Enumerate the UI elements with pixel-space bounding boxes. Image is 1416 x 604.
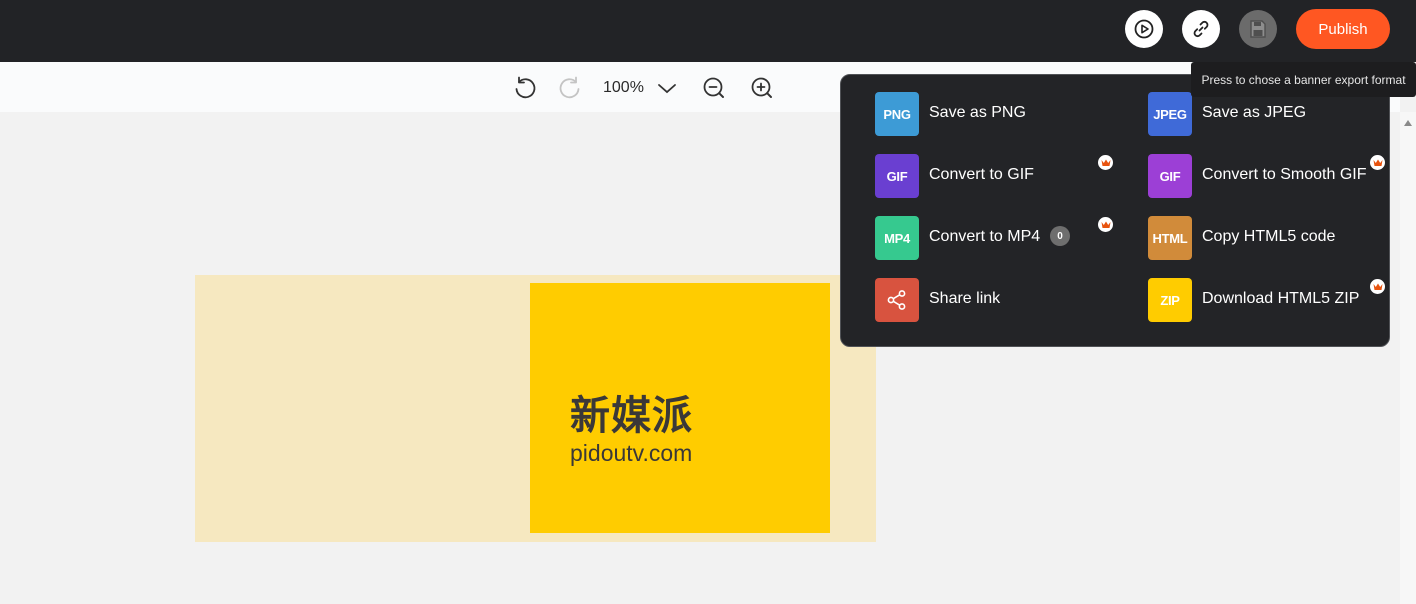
copy-link-button[interactable]	[1182, 10, 1220, 48]
menu-item-label: Save as PNG	[929, 104, 1026, 121]
save-as-jpeg-item[interactable]: JPEG Save as JPEG	[1148, 92, 1398, 136]
menu-item-label: Download HTML5 ZIP	[1202, 290, 1360, 307]
gif-format-icon: GIF	[875, 154, 919, 198]
publish-button[interactable]: Publish	[1296, 9, 1390, 49]
floppy-disk-icon	[1250, 20, 1266, 38]
convert-to-mp4-item[interactable]: MP4 Convert to MP4	[875, 216, 1125, 260]
redo-button[interactable]	[558, 75, 584, 101]
top-bar: Publish	[0, 0, 1416, 62]
chevron-down-icon	[658, 84, 676, 94]
save-as-png-item[interactable]: PNG Save as PNG	[875, 92, 1125, 136]
scroll-up-arrow-icon[interactable]	[1404, 120, 1412, 126]
crown-icon	[1098, 155, 1113, 170]
zoom-dropdown-button[interactable]	[654, 75, 680, 101]
zoom-in-button[interactable]	[749, 75, 775, 101]
banner-title[interactable]: 新媒派	[570, 383, 693, 441]
menu-item-label: Convert to MP4	[929, 228, 1041, 245]
link-icon	[1193, 20, 1209, 38]
copy-html5-code-item[interactable]: HTML Copy HTML5 code	[1148, 216, 1398, 260]
zoom-in-icon	[751, 77, 772, 98]
smooth-gif-format-icon: GIF	[1148, 154, 1192, 198]
export-format-menu: PNG Save as PNG JPEG Save as JPEG GIF Co…	[840, 74, 1390, 347]
png-format-icon: PNG	[875, 92, 919, 136]
share-icon	[875, 278, 919, 322]
crown-icon	[1098, 217, 1113, 232]
crown-icon	[1370, 279, 1385, 294]
undo-icon	[515, 76, 536, 99]
mp4-format-icon: MP4	[875, 216, 919, 260]
redo-icon	[559, 76, 580, 99]
convert-to-smooth-gif-item[interactable]: GIF Convert to Smooth GIF	[1148, 154, 1398, 198]
zoom-out-icon	[703, 77, 724, 98]
publish-tooltip: Press to chose a banner export format	[1191, 62, 1416, 97]
convert-to-gif-item[interactable]: GIF Convert to GIF	[875, 154, 1125, 198]
menu-item-label: Copy HTML5 code	[1202, 228, 1336, 245]
preview-button[interactable]	[1125, 10, 1163, 48]
menu-item-label: Share link	[929, 290, 1001, 307]
menu-item-label: Save as JPEG	[1202, 104, 1307, 121]
html-format-icon: HTML	[1148, 216, 1192, 260]
share-link-item[interactable]: Share link	[875, 278, 1125, 322]
save-button[interactable]	[1239, 10, 1277, 48]
play-circle-icon	[1134, 19, 1154, 39]
banner-subtitle[interactable]: pidoutv.com	[570, 440, 692, 467]
undo-button[interactable]	[511, 75, 537, 101]
vertical-scrollbar[interactable]	[1400, 112, 1416, 604]
banner-card[interactable]: 新媒派 pidoutv.com	[530, 283, 830, 533]
crown-icon	[1370, 155, 1385, 170]
zip-format-icon: ZIP	[1148, 278, 1192, 322]
mp4-count-badge: 0	[1050, 226, 1070, 246]
zoom-out-button[interactable]	[701, 75, 727, 101]
menu-item-label: Convert to Smooth GIF	[1202, 166, 1367, 183]
zoom-level[interactable]: 100%	[603, 79, 644, 97]
jpeg-format-icon: JPEG	[1148, 92, 1192, 136]
download-html5-zip-item[interactable]: ZIP Download HTML5 ZIP	[1148, 278, 1398, 322]
menu-item-label: Convert to GIF	[929, 166, 1034, 183]
